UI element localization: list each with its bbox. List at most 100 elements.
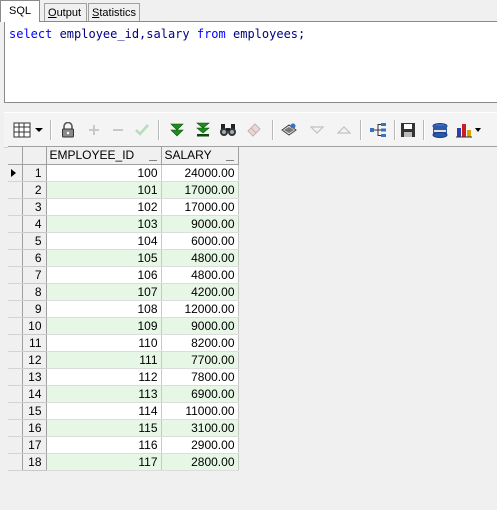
row-indicator[interactable] — [8, 164, 23, 182]
clear-icon[interactable] — [244, 120, 264, 140]
column-header-salary[interactable]: SALARY — [161, 147, 239, 165]
explain-plan-icon[interactable] — [368, 120, 388, 140]
row-number[interactable]: 15 — [22, 402, 47, 420]
table-row[interactable]: 15 114 11000.00 — [8, 402, 239, 420]
cell-employee-id[interactable]: 106 — [46, 266, 162, 284]
row-number[interactable]: 16 — [22, 419, 47, 437]
row-indicator[interactable] — [8, 385, 23, 403]
sort-descending-icon[interactable] — [307, 120, 327, 140]
cell-salary[interactable]: 8200.00 — [161, 334, 239, 352]
cell-salary[interactable]: 2800.00 — [161, 453, 239, 471]
query-by-example-icon[interactable] — [280, 120, 300, 140]
grid-layout-icon[interactable] — [12, 120, 32, 140]
row-indicator[interactable] — [8, 436, 23, 454]
cell-employee-id[interactable]: 101 — [46, 181, 162, 199]
tab-output[interactable]: Output — [44, 3, 87, 21]
lock-icon[interactable] — [58, 120, 78, 140]
fetch-all-icon[interactable] — [193, 120, 213, 140]
cell-employee-id[interactable]: 113 — [46, 385, 162, 403]
cell-employee-id[interactable]: 108 — [46, 300, 162, 318]
row-indicator[interactable] — [8, 317, 23, 335]
row-indicator[interactable] — [8, 300, 23, 318]
row-number[interactable]: 14 — [22, 385, 47, 403]
table-row[interactable]: 11 110 8200.00 — [8, 334, 239, 352]
cell-salary[interactable]: 3100.00 — [161, 419, 239, 437]
cell-salary[interactable]: 7800.00 — [161, 368, 239, 386]
cell-employee-id[interactable]: 114 — [46, 402, 162, 420]
cell-salary[interactable]: 9000.00 — [161, 317, 239, 335]
cell-employee-id[interactable]: 112 — [46, 368, 162, 386]
cell-salary[interactable]: 17000.00 — [161, 181, 239, 199]
cell-employee-id[interactable]: 104 — [46, 232, 162, 250]
cell-salary[interactable]: 4200.00 — [161, 283, 239, 301]
find-icon[interactable] — [218, 120, 238, 140]
table-row[interactable]: 7 106 4800.00 — [8, 266, 239, 284]
row-number[interactable]: 2 — [22, 181, 47, 199]
cell-employee-id[interactable]: 115 — [46, 419, 162, 437]
row-indicator[interactable] — [8, 181, 23, 199]
cell-salary[interactable]: 4800.00 — [161, 249, 239, 267]
cell-salary[interactable]: 11000.00 — [161, 402, 239, 420]
row-number[interactable]: 1 — [22, 164, 47, 182]
cell-salary[interactable]: 9000.00 — [161, 215, 239, 233]
row-indicator[interactable] — [8, 368, 23, 386]
row-number[interactable]: 13 — [22, 368, 47, 386]
table-row[interactable]: 17 116 2900.00 — [8, 436, 239, 454]
export-icon[interactable] — [430, 120, 450, 140]
table-row[interactable]: 10 109 9000.00 — [8, 317, 239, 335]
table-row[interactable]: 2 101 17000.00 — [8, 181, 239, 199]
cell-employee-id[interactable]: 100 — [46, 164, 162, 182]
table-row[interactable]: 9 108 12000.00 — [8, 300, 239, 318]
row-number[interactable]: 12 — [22, 351, 47, 369]
row-number[interactable]: 9 — [22, 300, 47, 318]
table-row[interactable]: 5 104 6000.00 — [8, 232, 239, 250]
cell-employee-id[interactable]: 103 — [46, 215, 162, 233]
post-edit-icon[interactable] — [132, 120, 152, 140]
cell-salary[interactable]: 12000.00 — [161, 300, 239, 318]
table-row[interactable]: 6 105 4800.00 — [8, 249, 239, 267]
cell-salary[interactable]: 2900.00 — [161, 436, 239, 454]
cell-employee-id[interactable]: 116 — [46, 436, 162, 454]
dropdown-arrow-icon[interactable] — [33, 120, 45, 140]
cell-employee-id[interactable]: 110 — [46, 334, 162, 352]
row-indicator[interactable] — [8, 419, 23, 437]
sort-ascending-icon[interactable] — [334, 120, 354, 140]
cell-employee-id[interactable]: 102 — [46, 198, 162, 216]
row-number[interactable]: 18 — [22, 453, 47, 471]
row-number[interactable]: 6 — [22, 249, 47, 267]
cell-salary[interactable]: 6000.00 — [161, 232, 239, 250]
row-indicator[interactable] — [8, 232, 23, 250]
cell-salary[interactable]: 4800.00 — [161, 266, 239, 284]
row-number[interactable]: 10 — [22, 317, 47, 335]
row-indicator[interactable] — [8, 266, 23, 284]
table-row[interactable]: 16 115 3100.00 — [8, 419, 239, 437]
cell-salary[interactable]: 17000.00 — [161, 198, 239, 216]
column-header-employee-id[interactable]: EMPLOYEE_ID — [46, 147, 162, 165]
delete-record-icon[interactable] — [108, 120, 128, 140]
row-number[interactable]: 4 — [22, 215, 47, 233]
pane-splitter[interactable] — [0, 103, 497, 111]
sql-editor[interactable]: select employee_id,salary from employees… — [4, 21, 497, 103]
cell-salary[interactable]: 6900.00 — [161, 385, 239, 403]
table-row[interactable]: 14 113 6900.00 — [8, 385, 239, 403]
row-indicator[interactable] — [8, 402, 23, 420]
cell-salary[interactable]: 24000.00 — [161, 164, 239, 182]
table-row[interactable]: 12 111 7700.00 — [8, 351, 239, 369]
row-indicator[interactable] — [8, 215, 23, 233]
table-row[interactable]: 8 107 4200.00 — [8, 283, 239, 301]
table-row[interactable]: 1 100 24000.00 — [8, 164, 239, 182]
row-number[interactable]: 17 — [22, 436, 47, 454]
row-number[interactable]: 5 — [22, 232, 47, 250]
save-icon[interactable] — [398, 120, 418, 140]
chart-icon[interactable] — [456, 120, 482, 140]
fetch-next-icon[interactable] — [167, 120, 187, 140]
table-row[interactable]: 18 117 2800.00 — [8, 453, 239, 471]
cell-employee-id[interactable]: 105 — [46, 249, 162, 267]
row-indicator[interactable] — [8, 351, 23, 369]
cell-employee-id[interactable]: 111 — [46, 351, 162, 369]
add-record-icon[interactable] — [84, 120, 104, 140]
row-indicator[interactable] — [8, 453, 23, 471]
row-number[interactable]: 8 — [22, 283, 47, 301]
row-indicator[interactable] — [8, 283, 23, 301]
table-row[interactable]: 3 102 17000.00 — [8, 198, 239, 216]
